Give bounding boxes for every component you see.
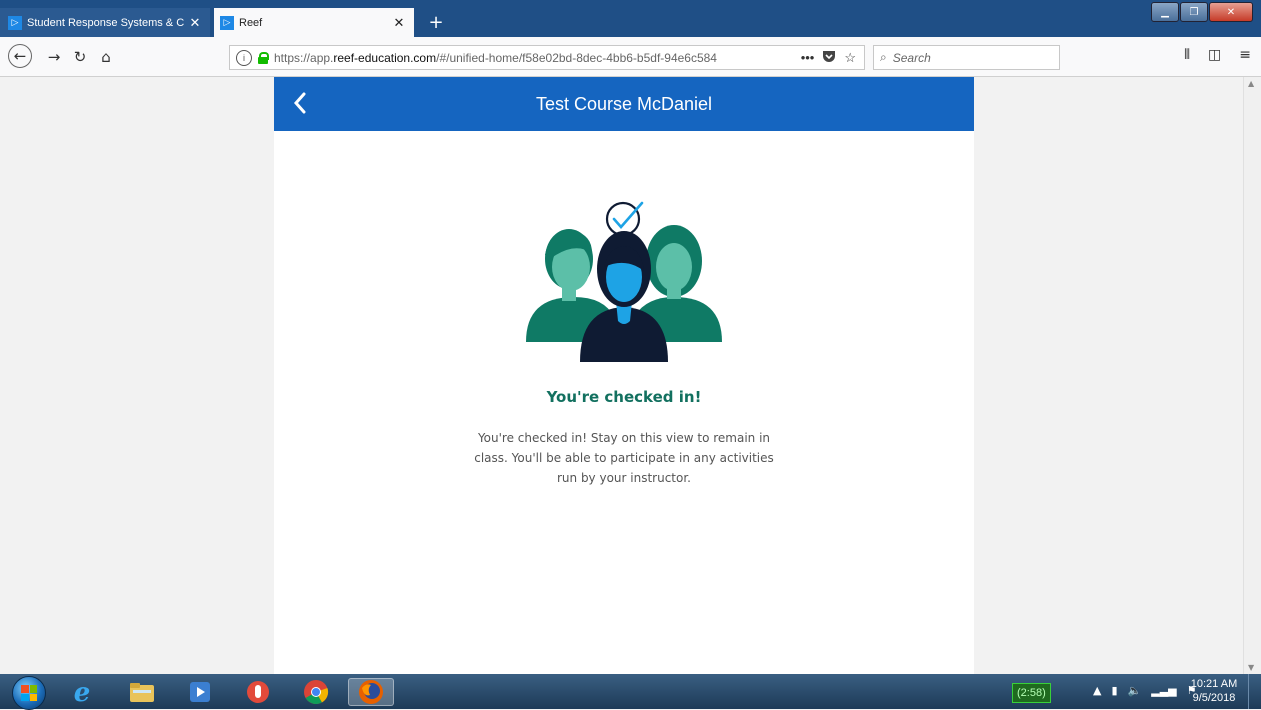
tab-label: Reef	[239, 16, 263, 29]
internet-explorer-icon[interactable]: e	[62, 678, 102, 706]
battery-timer[interactable]: (2:58)	[1012, 683, 1051, 703]
course-header: Test Course McDaniel	[274, 77, 974, 131]
system-tray: ▲ ▮ 🔈 ▂▃▅ ⚑	[1093, 684, 1197, 697]
search-icon: ⌕	[880, 50, 887, 64]
checked-in-students-illustration	[526, 201, 722, 362]
show-desktop-button[interactable]	[1248, 674, 1261, 709]
window-controls: ▁ ❐ ✕	[1150, 2, 1253, 22]
course-title: Test Course McDaniel	[535, 93, 713, 114]
tab-close-icon[interactable]: ✕	[186, 15, 204, 31]
check-circle-icon	[605, 201, 644, 237]
pocket-icon[interactable]	[822, 50, 836, 66]
search-bar[interactable]: ⌕ Search	[873, 45, 1060, 70]
address-bar[interactable]: i https://app.reef-education.com/#/unifi…	[229, 45, 865, 70]
bookmark-star-icon[interactable]: ☆	[844, 50, 856, 66]
page-scrollbar[interactable]: ▲ ▼	[1243, 77, 1261, 674]
media-player-icon[interactable]	[180, 678, 220, 706]
new-tab-plus-icon[interactable]: +	[424, 8, 448, 37]
app-hand-icon[interactable]	[238, 678, 278, 706]
reload-icon[interactable]: ↻	[70, 47, 90, 67]
scroll-up-icon[interactable]: ▲	[1248, 79, 1254, 88]
maximize-icon[interactable]: ❐	[1180, 2, 1208, 22]
chrome-icon[interactable]	[296, 678, 336, 706]
lock-icon[interactable]	[258, 51, 269, 64]
page-viewport: Test Course McDaniel You're checked in! …	[0, 77, 1261, 674]
toolbar-right: ⫴ ◫ ≡	[1184, 47, 1251, 63]
checked-in-heading: You're checked in!	[546, 388, 702, 406]
scroll-down-icon[interactable]: ▼	[1248, 663, 1254, 672]
taskbar-clock[interactable]: 10:21 AM 9/5/2018	[1184, 677, 1244, 705]
svg-text:e: e	[74, 679, 91, 705]
reef-favicon-icon: ▷	[220, 15, 234, 30]
url-text[interactable]: https://app.reef-education.com/#/unified…	[274, 51, 793, 65]
clock-time: 10:21 AM	[1190, 678, 1238, 690]
tab-close-icon[interactable]: ✕	[390, 15, 408, 31]
clock-date: 9/5/2018	[1192, 692, 1236, 704]
checked-in-description: You're checked in! Stay on this view to …	[474, 431, 774, 485]
volume-muted-icon[interactable]: 🔈	[1128, 684, 1142, 697]
close-window-icon[interactable]: ✕	[1209, 2, 1253, 22]
start-button[interactable]	[12, 676, 46, 710]
file-explorer-icon[interactable]	[122, 678, 162, 706]
windows-logo-icon	[21, 685, 37, 701]
search-placeholder: Search	[892, 50, 931, 65]
info-icon[interactable]: i	[236, 49, 252, 66]
browser-nav-bar: ← → ↻ ⌂ i https://app.reef-education.com…	[0, 37, 1261, 77]
browser-tab-bar: ▷ Student Response Systems & C ✕ ▷ Reef …	[0, 0, 1261, 37]
page-actions: ••• ☆	[793, 50, 864, 66]
back-chevron-icon[interactable]	[288, 91, 312, 115]
page-actions-menu-icon[interactable]: •••	[801, 50, 815, 65]
course-panel: Test Course McDaniel You're checked in! …	[274, 77, 974, 674]
menu-hamburger-icon[interactable]: ≡	[1239, 47, 1251, 63]
tab-student-response-systems[interactable]: ▷ Student Response Systems & C ✕	[0, 8, 210, 37]
tab-label: Student Response Systems & C	[27, 16, 185, 29]
tray-expand-icon[interactable]: ▲	[1093, 684, 1101, 697]
home-icon[interactable]: ⌂	[96, 47, 116, 67]
library-icon[interactable]: ⫴	[1184, 47, 1190, 63]
minimize-icon[interactable]: ▁	[1151, 2, 1179, 22]
forward-arrow-icon[interactable]: →	[44, 47, 64, 67]
network-signal-icon[interactable]: ▂▃▅	[1151, 684, 1176, 697]
reef-favicon-icon: ▷	[8, 15, 22, 30]
back-arrow-icon[interactable]: ←	[8, 44, 32, 68]
tab-reef[interactable]: ▷ Reef ✕	[214, 8, 414, 37]
sidebar-icon[interactable]: ◫	[1208, 47, 1221, 63]
firefox-icon[interactable]	[348, 678, 394, 706]
windows-taskbar: e (2:58) ▲ ▮ 🔈 ▂▃▅ ⚑ 10:21 AM 9/5/2018	[0, 674, 1261, 710]
battery-icon[interactable]: ▮	[1111, 684, 1117, 697]
